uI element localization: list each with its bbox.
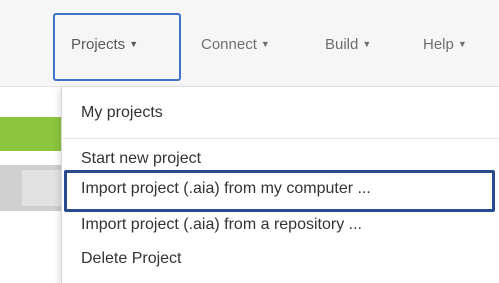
menu-item-delete-project[interactable]: Delete Project bbox=[81, 250, 182, 268]
import-highlight-box bbox=[64, 170, 495, 212]
nav-help-label: Help bbox=[423, 36, 454, 53]
menu-item-import-from-repository[interactable]: Import project (.aia) from a repository … bbox=[81, 216, 362, 234]
nav-connect-label: Connect bbox=[201, 36, 257, 53]
background-grey-inner bbox=[22, 170, 61, 206]
nav-build-label: Build bbox=[325, 36, 359, 53]
chevron-down-icon: ▼ bbox=[457, 39, 467, 49]
green-toolbar-strip bbox=[0, 117, 61, 151]
nav-connect-menu[interactable]: Connect ▼ bbox=[201, 36, 270, 53]
menu-item-my-projects[interactable]: My projects bbox=[81, 104, 163, 122]
menu-item-start-new-project[interactable]: Start new project bbox=[81, 150, 201, 168]
projects-highlight-box bbox=[53, 13, 181, 81]
app-inventor-page: Projects ▼ Connect ▼ Build ▼ Help ▼ My proje… bbox=[0, 0, 499, 283]
chevron-down-icon: ▼ bbox=[362, 39, 372, 49]
nav-help-menu[interactable]: Help ▼ bbox=[423, 36, 467, 53]
chevron-down-icon: ▼ bbox=[260, 39, 270, 49]
nav-build-menu[interactable]: Build ▼ bbox=[325, 36, 371, 53]
menu-divider bbox=[62, 138, 499, 139]
top-navigation-bar: Projects ▼ Connect ▼ Build ▼ Help ▼ bbox=[0, 0, 499, 87]
